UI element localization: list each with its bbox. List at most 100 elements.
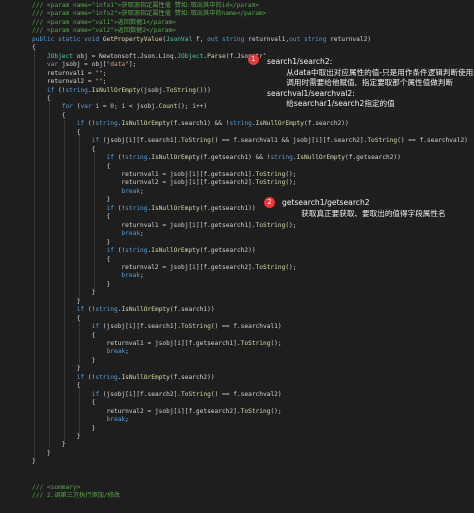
code-token: IsNullOrEmpty [91,86,141,94]
code-token: break [121,230,141,238]
code-token: if [91,137,100,145]
code-token: var [80,103,92,111]
code-line: } [32,433,474,441]
code-token: returnval1 = jsobj[i][f.getsearch1]. [32,221,256,229]
code-token: returnval2 = jsobj[i][f.getsearch2]. [32,263,256,271]
code-token: "" [95,78,103,86]
code-token: ToString [367,137,398,145]
code-token: ; [125,348,129,356]
code-token: ToString [255,263,286,271]
code-token: ToString [181,323,211,331]
code-line: } [32,239,474,247]
code-token: returnval2 = jsobj[i][f.getsearch2]. [32,407,241,415]
code-line: { [32,44,474,52]
code-line: } [32,357,474,365]
annotation-line: 调用时需要给他赋值, 指定要取那个属性值做判断 [267,78,454,87]
code-token: { [32,314,81,322]
code-line: { [32,146,474,154]
code-line: } [32,425,474,433]
code-line: break; [32,416,474,424]
code-token: ; [140,272,144,280]
code-token: } [32,196,111,204]
code-line: break; [32,230,474,238]
code-token: string [229,120,252,128]
code-token: var [46,61,59,69]
code-token: break [106,348,126,356]
code-token: { [32,145,96,153]
code-line: if (jsobj[i][f.search2].ToString() == f.… [32,391,474,399]
code-token: JObject [46,52,73,60]
annotation-line: search1/search2: [267,57,333,66]
code-token: IsNullOrEmpty [121,306,170,314]
code-token: } [32,424,96,432]
code-token: returnval1 = jsobj[i][f.getsearch1]. [32,171,256,178]
code-token: } [32,449,51,457]
code-token: if [106,247,114,255]
code-line: } [32,289,474,297]
annotation-badge-1: 1 [248,54,259,65]
code-token: (jsobj. [140,86,167,94]
code-token: string [65,86,88,94]
code-line: } [32,281,474,289]
code-line: returnval1 = jsobj[i][f.getsearch1].ToSt… [32,222,474,230]
code-line: public static void GetPropertyValue(Json… [32,36,474,44]
annotation-line: 获取真正要获取、要取出的值得字段属性名 [282,208,446,218]
code-token: } [32,238,111,246]
code-token: ; [102,78,107,86]
code-token: } [32,356,96,364]
code-line: returnval1 = jsobj[i][f.getsearch1].ToSt… [32,171,474,179]
code-token: (! [54,86,66,94]
code-token: (f.search1) && ! [169,120,230,128]
code-line: { [32,332,474,340]
code-token: ; [102,69,107,77]
code-token: ToString [166,86,196,94]
code-token: (f.getsearch1)) [199,204,256,212]
code-token: ToString [240,407,271,415]
code-token: JObject [177,52,204,60]
code-line: returnval2 = jsobj[i][f.getsearch2].ToSt… [32,264,474,272]
code-token: returnval2 = [32,78,96,86]
code-token: } [32,297,81,305]
code-token: /// <param name="info1">获取源指定属性值 赞如:取出其中… [32,2,259,9]
code-token: if [106,154,114,162]
code-line: if (!string.IsNullOrEmpty(f.search1)) [32,306,474,314]
code-line: if (!string.IsNullOrEmpty(f.search1) && … [32,120,474,128]
code-token: IsNullOrEmpty [151,154,200,162]
code-token: JsonVal [166,35,193,43]
code-token: ToString [255,171,286,178]
code-line: } [32,298,474,306]
code-token: Parse [207,52,226,60]
code-token: { [32,128,81,136]
code-line: break; [32,272,474,280]
code-token: } [32,441,66,449]
code-token: break [121,187,141,195]
code-line: } [32,450,474,458]
code-line: returnval2 = jsobj[i][f.getsearch2].ToSt… [32,179,474,187]
code-token: if [106,204,114,212]
code-line: if (jsobj[i][f.search1].ToString() == f.… [32,323,474,331]
code-token: () == f.searchval2) [397,137,468,145]
code-token: if [91,323,100,331]
code-token: (); [285,171,297,178]
code-token: obj = Newtonsoft.Json.Linq. [72,52,178,60]
annotation-getsearch-params: getsearch1/getsearch2 获取真正要获取、要取出的值得字段属性… [277,196,451,221]
code-token: ToString [181,137,211,145]
code-token: out string [289,35,331,43]
code-token: { [32,44,36,52]
code-token: (f.getsearch1) && ! [199,154,271,162]
editor-gutter [0,0,14,513]
code-line: break; [32,348,474,356]
code-token: ToString [255,179,286,187]
code-line: { [32,163,474,171]
